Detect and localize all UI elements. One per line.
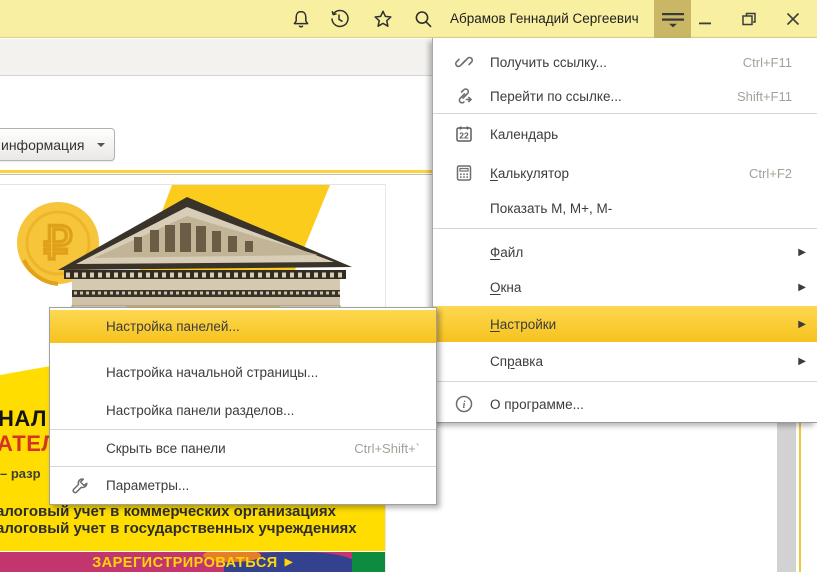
submenu-item-shortcut: Ctrl+Shift+` [354, 441, 436, 456]
information-dropdown-button[interactable]: информация [0, 128, 115, 161]
right-yellow-splitter [799, 423, 801, 572]
search-icon[interactable] [413, 9, 433, 29]
panel-separator-yellow-line [0, 170, 432, 173]
menu-item-get-link[interactable]: Получить ссылку... Ctrl+F11 [433, 45, 817, 79]
ad-subline-fragment: – разр [0, 466, 41, 481]
menu-item-shortcut: Ctrl+F11 [743, 55, 817, 70]
arrow-right-icon: ▶ [285, 557, 293, 568]
wrench-icon [70, 476, 90, 496]
history-icon[interactable] [329, 9, 349, 29]
background-toolbar [0, 39, 432, 76]
menu-item-label: Калькулятор [490, 166, 569, 181]
empty-icon-slot [70, 363, 90, 383]
minimize-button[interactable] [690, 0, 720, 38]
menu-separator [50, 429, 436, 430]
submenu-item-parameters[interactable]: Параметры... [50, 469, 436, 502]
submenu-item-start-page-settings[interactable]: Настройка начальной страницы... [50, 356, 436, 389]
menu-item-calendar[interactable]: 22 Календарь [433, 117, 817, 151]
submenu-arrow-icon: ▶ [798, 247, 806, 258]
settings-submenu: Настройка панелей... Настройка начальной… [49, 307, 437, 505]
menu-item-goto-link[interactable]: Перейти по ссылке... Shift+F11 [433, 79, 817, 113]
about-info-icon: i [454, 394, 474, 414]
ad-bullet-2: алоговый учет в государственных учрежден… [0, 520, 357, 537]
empty-icon-slot [454, 242, 474, 262]
burger-menu-icon [661, 9, 685, 29]
menu-item-settings[interactable]: Настройки ▶ [433, 306, 817, 342]
svg-text:i: i [463, 400, 466, 411]
menu-item-about[interactable]: i О программе... [433, 387, 817, 421]
ad-headline-fragment: НАЛ [0, 406, 47, 432]
menu-item-label: О программе... [490, 397, 584, 412]
menu-item-label: Окна [490, 280, 521, 295]
menu-item-help[interactable]: Справка ▶ [433, 344, 817, 378]
submenu-arrow-icon: ▶ [798, 319, 806, 330]
titlebar: Абрамов Геннадий Сергеевич [0, 0, 817, 38]
main-menu-button[interactable] [654, 0, 691, 38]
panel-separator-gray-line [0, 174, 432, 175]
calendar-icon: 22 [454, 124, 474, 144]
empty-icon-slot [70, 439, 90, 459]
menu-item-show-m[interactable]: Показать М, М+, М- [433, 191, 817, 225]
submenu-item-sections-panel-settings[interactable]: Настройка панели разделов... [50, 394, 436, 427]
goto-link-icon [454, 86, 474, 106]
register-label: ЗАРЕГИСТРИРОВАТЬСЯ [92, 555, 278, 571]
empty-icon-slot [454, 351, 474, 371]
submenu-item-label: Настройка панели разделов... [106, 403, 294, 418]
vertical-scrollbar[interactable] [777, 423, 796, 572]
menu-item-label: Показать М, М+, М- [490, 201, 612, 216]
chevron-down-icon [97, 143, 105, 147]
ad-register-strip: ЗАРЕГИСТРИРОВАТЬСЯ ▶ [0, 552, 385, 572]
main-dropdown-menu: Получить ссылку... Ctrl+F11 Перейти по с… [432, 38, 817, 423]
close-button[interactable] [778, 0, 808, 38]
submenu-item-label: Настройка панелей... [106, 319, 240, 334]
menu-separator [433, 228, 817, 229]
submenu-item-label: Параметры... [106, 478, 189, 493]
notifications-bell-icon[interactable] [291, 9, 311, 29]
empty-icon-slot [70, 401, 90, 421]
empty-icon-slot [70, 317, 90, 337]
menu-item-label: Календарь [490, 127, 558, 142]
menu-separator [433, 113, 817, 114]
menu-item-calculator[interactable]: Калькулятор Ctrl+F2 [433, 156, 817, 190]
register-button[interactable]: ЗАРЕГИСТРИРОВАТЬСЯ ▶ [0, 552, 385, 572]
submenu-item-panel-settings[interactable]: Настройка панелей... [50, 310, 436, 343]
menu-item-label: Файл [490, 245, 523, 260]
menu-item-label: Справка [490, 354, 543, 369]
submenu-arrow-icon: ▶ [798, 356, 806, 367]
submenu-item-hide-all-panels[interactable]: Скрыть все панели Ctrl+Shift+` [50, 432, 436, 465]
get-link-icon [454, 52, 474, 72]
empty-icon-slot [454, 198, 474, 218]
submenu-item-label: Настройка начальной страницы... [106, 365, 318, 380]
menu-separator [50, 466, 436, 467]
menu-separator [433, 381, 817, 382]
menu-item-windows[interactable]: Окна ▶ [433, 270, 817, 304]
menu-item-file[interactable]: Файл ▶ [433, 235, 817, 269]
submenu-item-label: Скрыть все панели [106, 441, 226, 456]
svg-text:22: 22 [459, 131, 469, 141]
app-window: информация ₽ [0, 0, 817, 572]
menu-item-shortcut: Shift+F11 [737, 89, 817, 104]
empty-icon-slot [454, 277, 474, 297]
calculator-icon [454, 163, 474, 183]
restore-button[interactable] [734, 0, 764, 38]
menu-item-label: Настройки [490, 317, 556, 332]
menu-item-label: Перейти по ссылке... [490, 89, 622, 104]
submenu-arrow-icon: ▶ [798, 282, 806, 293]
svg-text:₽: ₽ [43, 217, 72, 269]
current-user-name[interactable]: Абрамов Геннадий Сергеевич [450, 0, 639, 38]
menu-item-label: Получить ссылку... [490, 55, 607, 70]
favorites-star-icon[interactable] [373, 9, 393, 29]
menu-item-shortcut: Ctrl+F2 [749, 166, 817, 181]
ad-bullet-1: алоговый учет в коммерческих организация… [0, 503, 336, 520]
information-dropdown-label: информация [1, 137, 84, 153]
empty-icon-slot [454, 314, 474, 334]
